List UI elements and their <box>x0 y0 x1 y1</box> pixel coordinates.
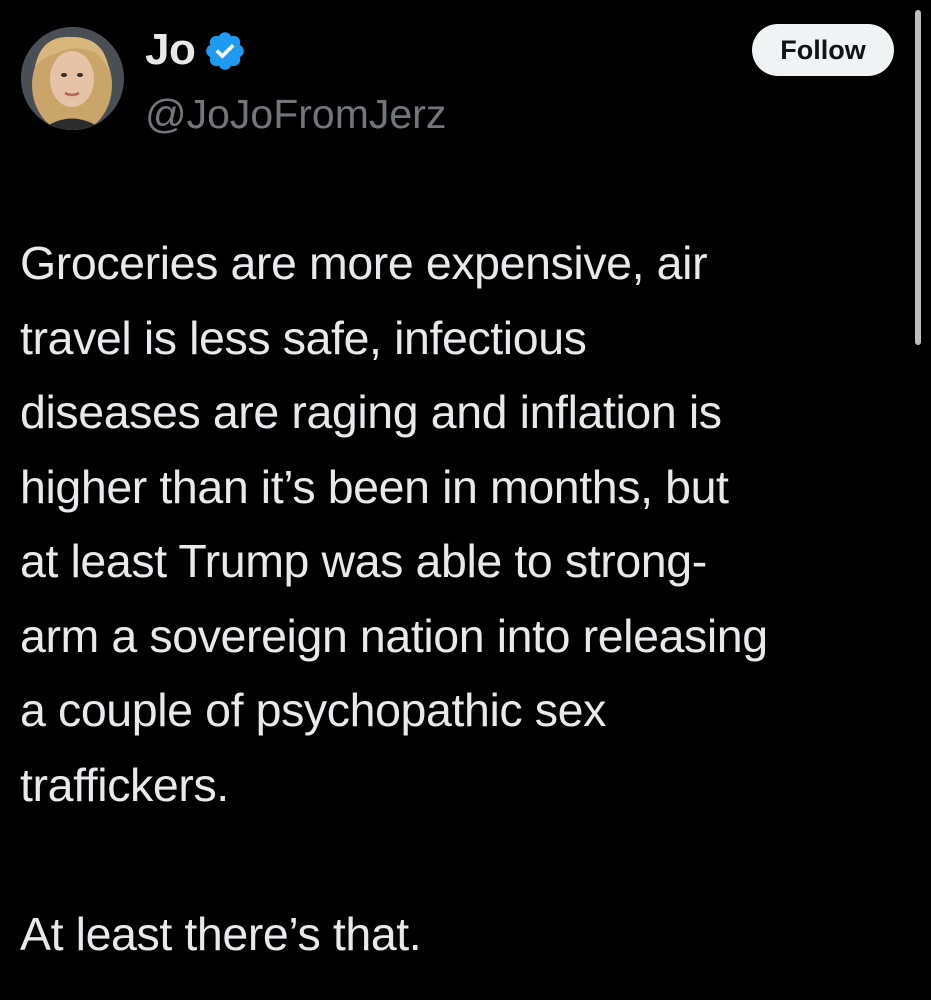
user-handle[interactable]: @JoJoFromJerz <box>145 88 446 140</box>
verified-badge-icon <box>206 32 244 70</box>
tweet-header: Jo @JoJoFromJerz Follow <box>0 0 931 150</box>
follow-button[interactable]: Follow <box>752 24 894 76</box>
tweet-body: Groceries are more expensive, air travel… <box>20 226 915 971</box>
scrollbar[interactable] <box>915 10 921 345</box>
tweet-paragraph: Groceries are more expensive, air travel… <box>20 237 768 811</box>
tweet-paragraph: At least there’s that. <box>20 907 422 960</box>
avatar[interactable] <box>21 27 124 130</box>
display-name[interactable]: Jo <box>145 22 196 78</box>
avatar-photo-icon <box>21 27 124 130</box>
